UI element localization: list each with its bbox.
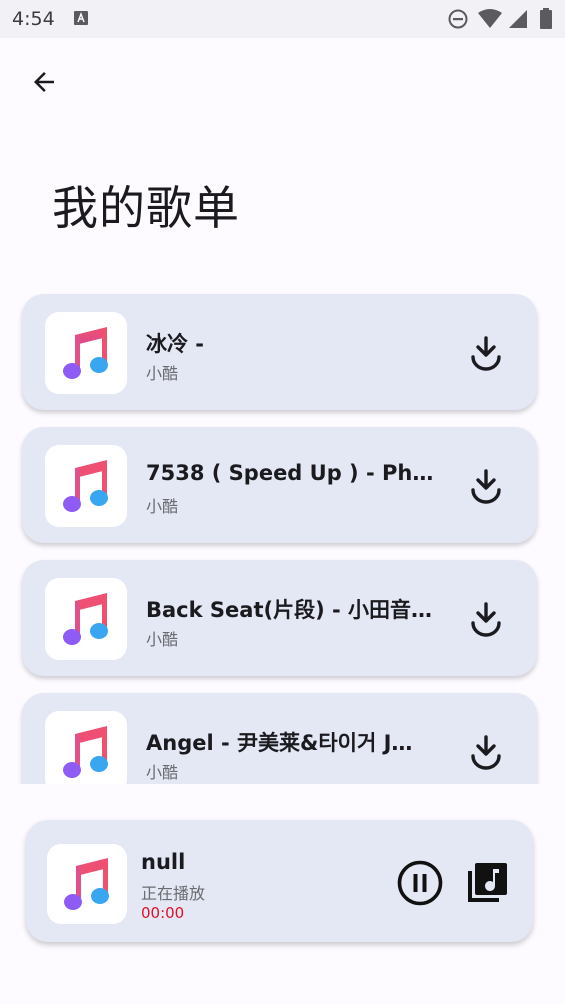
music-library-button[interactable] <box>464 860 510 906</box>
album-art <box>45 578 127 660</box>
music-library-icon <box>468 863 507 902</box>
song-list[interactable]: 冰冷 - 小酷 7538 ( Speed Up ) - Pha… 小酷 Back… <box>0 280 565 784</box>
song-title: Back Seat(片段) - 小田音… <box>146 598 433 622</box>
song-card[interactable]: Angel - 尹美莱&타이거 J… 小酷 <box>22 693 537 784</box>
arrow-left-icon <box>34 72 54 92</box>
music-note-icon <box>63 460 108 512</box>
player-status: 正在播放 <box>141 884 206 903</box>
download-icon <box>471 469 501 504</box>
song-card[interactable]: Back Seat(片段) - 小田音… 小酷 <box>22 560 537 676</box>
pause-button[interactable] <box>396 859 444 907</box>
battery-icon <box>540 8 552 29</box>
download-button[interactable] <box>462 731 510 775</box>
song-title: 7538 ( Speed Up ) - Pha… <box>146 461 446 485</box>
music-note-icon <box>63 327 108 379</box>
album-art <box>45 312 127 394</box>
page-title: 我的歌单 <box>52 181 240 235</box>
status-bar: 4:54 <box>0 0 565 38</box>
album-art <box>45 445 127 527</box>
song-card[interactable]: 7538 ( Speed Up ) - Pha… 小酷 <box>22 427 537 543</box>
player-time: 00:00 <box>141 904 185 922</box>
music-note-icon <box>63 593 108 645</box>
song-artist: 小酷 <box>146 364 179 383</box>
song-title: Angel - 尹美莱&타이거 J… <box>146 731 413 755</box>
status-time: 4:54 <box>12 8 55 30</box>
download-icon <box>471 735 501 770</box>
player-album-art <box>47 844 127 924</box>
status-icons <box>447 8 557 30</box>
download-icon <box>471 336 501 371</box>
song-title: 冰冷 - <box>146 332 205 356</box>
player-title: null <box>141 850 186 874</box>
music-note-icon <box>63 726 108 778</box>
song-artist: 小酷 <box>146 763 179 782</box>
song-card[interactable]: 冰冷 - 小酷 <box>22 294 537 410</box>
music-note-icon <box>64 858 109 910</box>
cell-signal-icon <box>509 10 527 28</box>
wifi-icon <box>478 9 502 28</box>
download-icon <box>471 602 501 637</box>
download-button[interactable] <box>462 598 510 642</box>
back-button[interactable] <box>22 62 66 102</box>
now-playing-bar[interactable]: null 正在播放 00:00 <box>26 820 533 942</box>
download-button[interactable] <box>462 465 510 509</box>
pause-circle-icon <box>397 860 443 906</box>
album-art <box>45 711 127 784</box>
song-artist: 小酷 <box>146 497 179 516</box>
do-not-disturb-icon <box>448 9 468 29</box>
download-button[interactable] <box>462 332 510 376</box>
text-a-icon <box>74 11 88 25</box>
song-artist: 小酷 <box>146 630 179 649</box>
